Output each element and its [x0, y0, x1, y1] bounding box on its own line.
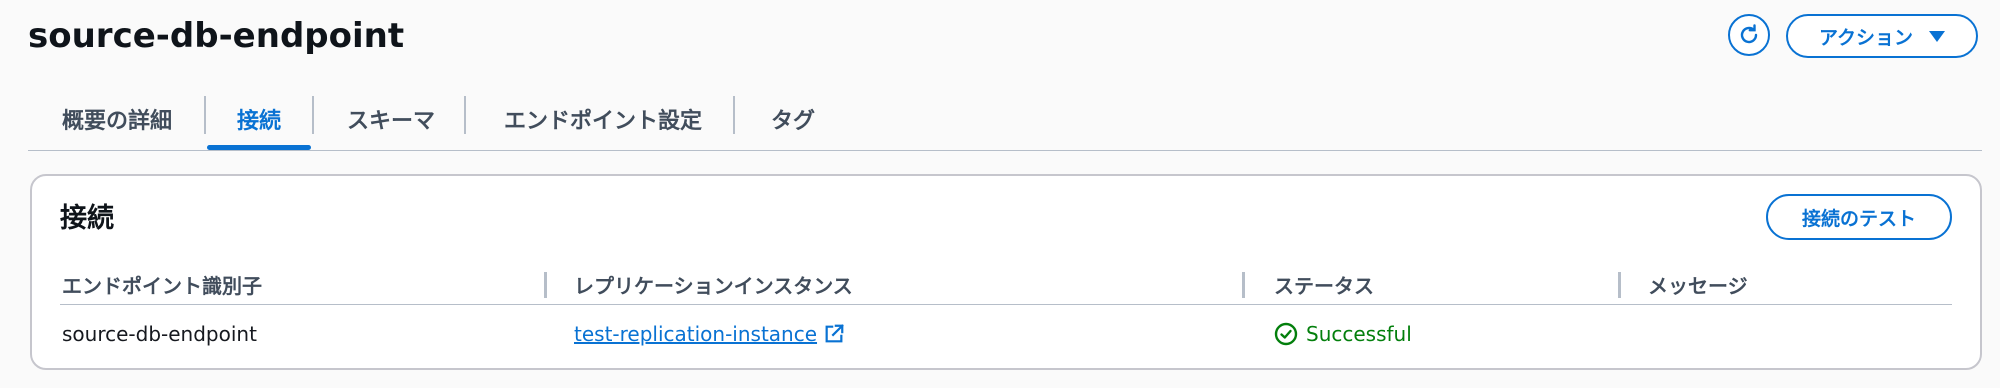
tab-bar: 概要の詳細 接続 スキーマ エンドポイント設定 タグ	[28, 88, 1982, 151]
tab-overview[interactable]: 概要の詳細	[28, 88, 206, 150]
column-header-status: ステータス	[1274, 273, 1374, 298]
column-divider	[544, 272, 547, 298]
tab-divider	[464, 96, 466, 134]
tab-divider	[733, 96, 735, 134]
test-connection-button[interactable]: 接続のテスト	[1766, 194, 1952, 240]
cell-replication-instance: test-replication-instance	[574, 316, 845, 352]
panel-title: 接続	[60, 203, 114, 234]
tab-endpoint-settings[interactable]: エンドポイント設定	[468, 88, 738, 150]
tab-schema[interactable]: スキーマ	[316, 88, 466, 150]
refresh-icon	[1740, 24, 1758, 44]
page-title: source-db-endpoint	[28, 16, 405, 56]
tab-tags[interactable]: タグ	[738, 88, 848, 150]
cell-status: Successful	[1274, 316, 1412, 352]
caret-down-icon	[1929, 30, 1946, 42]
success-check-icon	[1274, 322, 1298, 346]
status-text: Successful	[1306, 322, 1412, 346]
replication-instance-link[interactable]: test-replication-instance	[574, 322, 817, 346]
column-divider	[1242, 272, 1245, 298]
cell-endpoint-id: source-db-endpoint	[62, 322, 257, 346]
connections-panel: 接続 接続のテスト エンドポイント識別子 レプリケーションインスタンス ステータ…	[30, 174, 1982, 370]
refresh-button[interactable]	[1728, 14, 1770, 56]
actions-button-label: アクション	[1818, 26, 1914, 49]
external-link-icon[interactable]	[823, 323, 845, 345]
tab-connections[interactable]: 接続	[207, 88, 311, 150]
column-divider	[1618, 272, 1621, 298]
tab-divider	[312, 96, 314, 134]
tab-divider	[204, 96, 206, 134]
column-header-endpoint-id: エンドポイント識別子	[62, 273, 262, 298]
column-header-replication-instance: レプリケーションインスタンス	[574, 273, 853, 298]
actions-dropdown-button[interactable]: アクション	[1786, 14, 1978, 58]
header-divider	[60, 304, 1952, 305]
column-header-message: メッセージ	[1648, 273, 1748, 298]
